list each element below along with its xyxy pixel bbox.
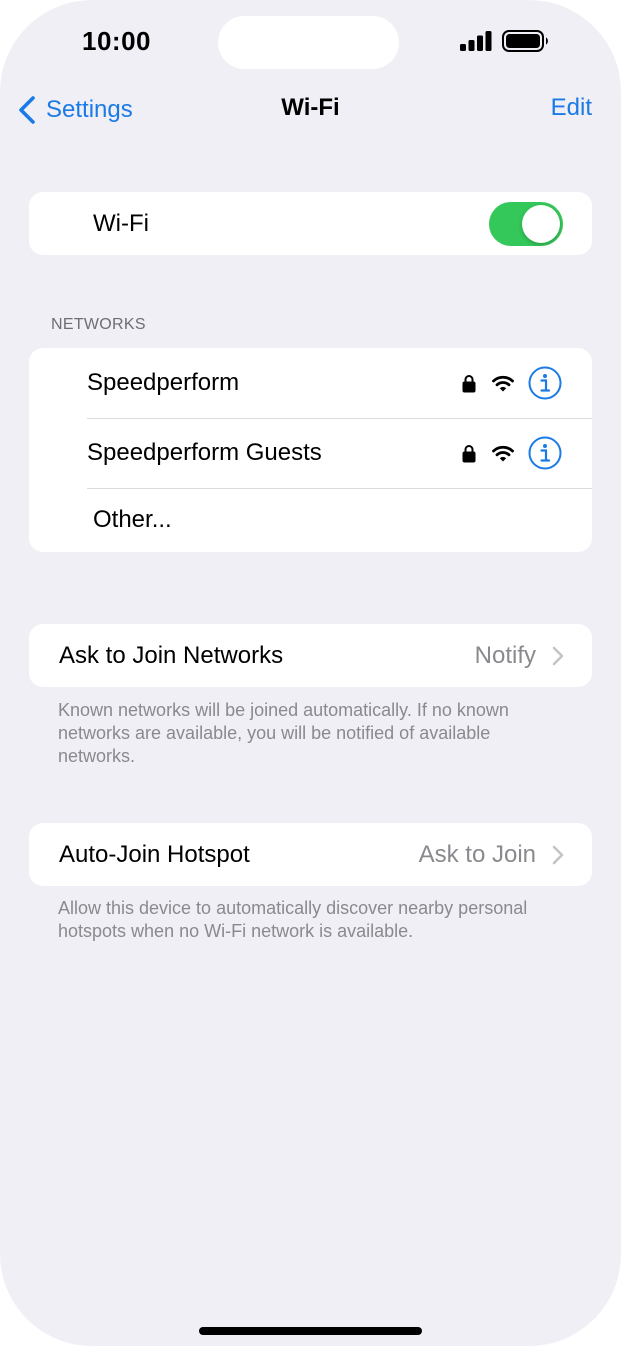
toggle-knob: [522, 205, 560, 243]
dynamic-island: [218, 16, 399, 69]
ask-to-join-value: Notify: [474, 641, 536, 669]
auto-join-hotspot-footnote: Allow this device to automatically disco…: [58, 898, 528, 941]
ask-to-join-footnote: Known networks will be joined automatica…: [58, 700, 509, 766]
wifi-signal-icon: [492, 445, 514, 461]
auto-join-hotspot-card: Auto-Join Hotspot Ask to Join: [29, 823, 592, 886]
networks-list: Speedperform Speedperform Guests Other..…: [29, 348, 592, 552]
network-icons: [462, 418, 562, 488]
chevron-right-icon: [552, 646, 564, 665]
wifi-toggle-row: Wi-Fi: [29, 192, 592, 255]
home-indicator[interactable]: [199, 1327, 422, 1335]
ask-to-join-label: Ask to Join Networks: [59, 641, 284, 669]
network-row-other[interactable]: Other...: [29, 488, 592, 552]
cellular-signal-icon: [460, 31, 492, 51]
wifi-toggle-card: Wi-Fi: [29, 192, 592, 255]
status-time: 10:00: [82, 26, 151, 56]
wifi-signal-icon: [492, 375, 514, 391]
auto-join-hotspot-row[interactable]: Auto-Join Hotspot Ask to Join: [29, 823, 592, 886]
phone-screen: 10:00 Settings Wi-Fi Edit Wi-Fi NETWORKS…: [0, 0, 621, 1346]
chevron-right-icon: [552, 845, 564, 864]
other-network-label: Other...: [93, 506, 172, 533]
network-icons: [462, 348, 562, 418]
network-row-speedperform[interactable]: Speedperform: [29, 348, 592, 418]
auto-join-hotspot-value: Ask to Join: [418, 840, 536, 868]
network-row-speedperform-guests[interactable]: Speedperform Guests: [29, 418, 592, 488]
info-icon[interactable]: [528, 436, 562, 470]
info-icon[interactable]: [528, 366, 562, 400]
wifi-toggle-switch[interactable]: [489, 202, 563, 246]
auto-join-hotspot-label: Auto-Join Hotspot: [59, 840, 250, 868]
battery-icon: [502, 30, 548, 52]
network-name: Speedperform Guests: [87, 439, 322, 466]
ask-to-join-row[interactable]: Ask to Join Networks Notify: [29, 624, 592, 687]
network-name: Speedperform: [87, 369, 240, 396]
wifi-toggle-label: Wi-Fi: [93, 209, 149, 237]
lock-icon: [462, 374, 476, 392]
ask-to-join-card: Ask to Join Networks Notify: [29, 624, 592, 687]
lock-icon: [462, 444, 476, 462]
networks-section-header: NETWORKS: [51, 316, 146, 333]
edit-button[interactable]: Edit: [551, 94, 592, 122]
page-title: Wi-Fi: [281, 94, 340, 121]
